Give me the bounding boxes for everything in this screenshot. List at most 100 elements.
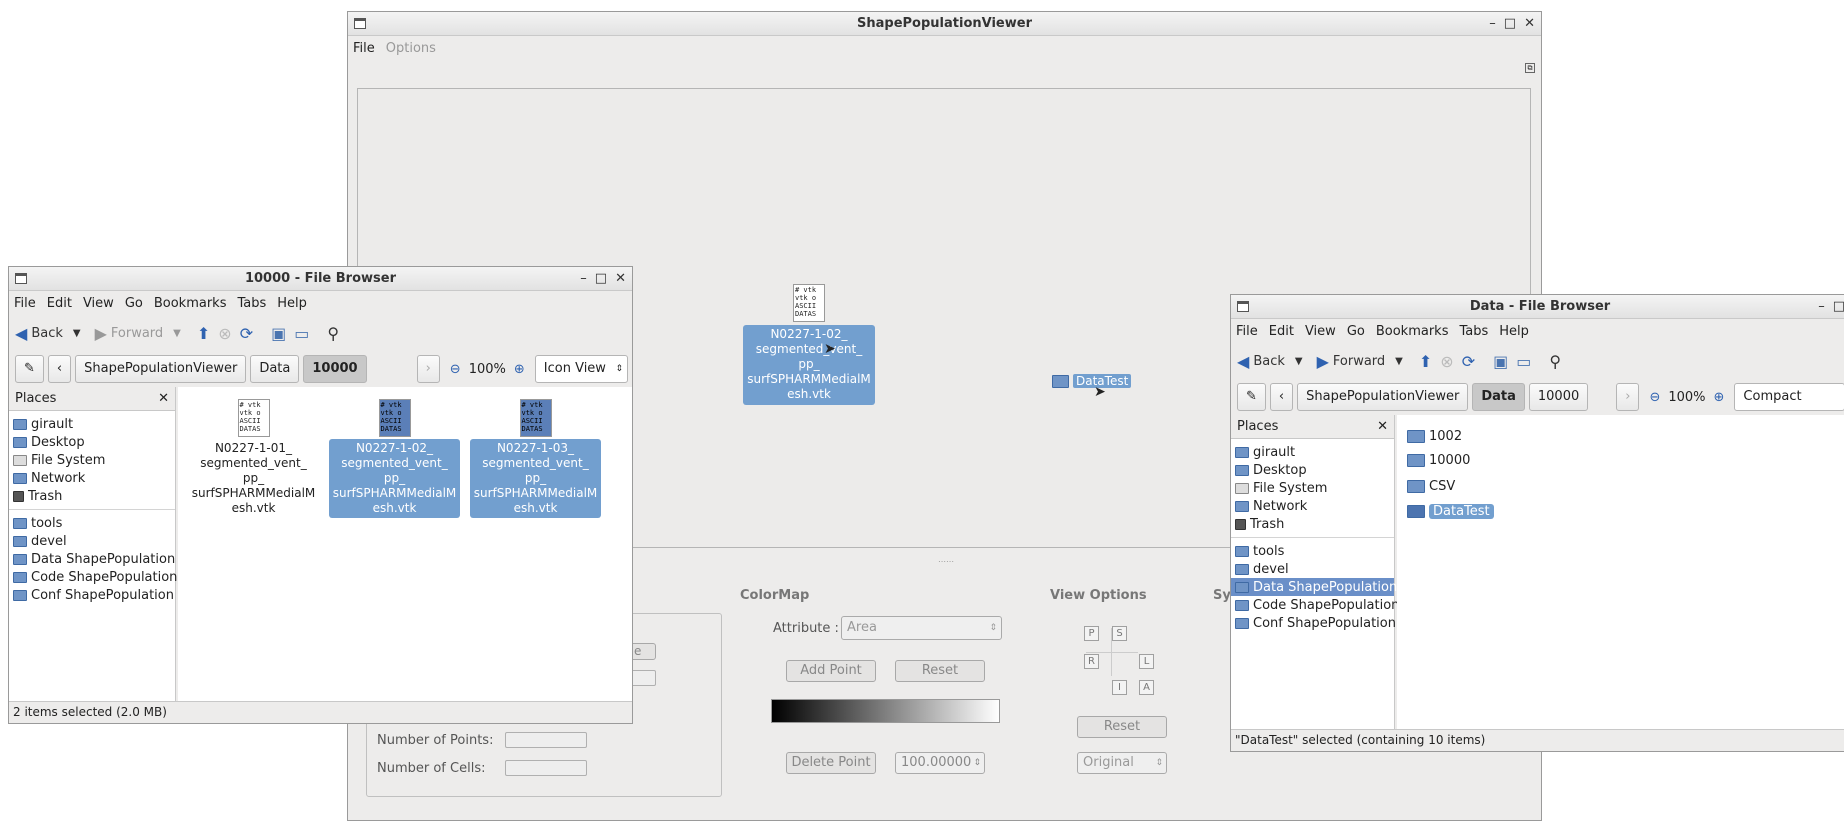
path-left-button[interactable]: ‹ bbox=[47, 355, 72, 383]
computer-icon[interactable]: ▭ bbox=[294, 324, 309, 343]
menu-help[interactable]: Help bbox=[1499, 324, 1529, 339]
sidebar-item-data-shapepopulation[interactable]: Data ShapePopulation bbox=[9, 550, 175, 568]
path-segment[interactable]: 10000 bbox=[1528, 383, 1589, 411]
close-icon[interactable]: ✕ bbox=[615, 267, 626, 290]
minimize-icon[interactable]: – bbox=[580, 267, 587, 290]
view-reset-button[interactable]: Reset bbox=[1077, 716, 1167, 738]
stop-icon[interactable]: ⊗ bbox=[1440, 352, 1453, 371]
sidebar-item-tools[interactable]: tools bbox=[9, 514, 175, 532]
file-item[interactable]: # vtk vtk o ASCII DATAS N0227-1-02_ segm… bbox=[329, 399, 460, 518]
colormap-reset-button[interactable]: Reset bbox=[895, 660, 985, 682]
zoom-out-icon[interactable]: ⊖ bbox=[1649, 390, 1660, 405]
computer-icon[interactable]: ▭ bbox=[1516, 352, 1531, 371]
sidebar-item-network[interactable]: Network bbox=[1231, 497, 1394, 515]
menu-view[interactable]: View bbox=[1305, 324, 1336, 339]
location-toggle-button[interactable]: ✎ bbox=[1237, 383, 1266, 411]
view-p-button[interactable]: P bbox=[1084, 626, 1099, 641]
sidebar-item-devel[interactable]: devel bbox=[1231, 560, 1394, 578]
up-icon[interactable]: ⬆ bbox=[197, 324, 210, 343]
fb1-icon-view[interactable]: # vtk vtk o ASCII DATAS N0227-1-01_ segm… bbox=[178, 387, 632, 703]
places-header[interactable]: Places ✕ bbox=[1231, 415, 1394, 439]
minimize-icon[interactable]: – bbox=[1818, 295, 1825, 318]
menu-options[interactable]: Options bbox=[386, 41, 436, 56]
undock-icon[interactable]: ⧉ bbox=[1525, 63, 1535, 73]
sidebar-item-filesystem[interactable]: File System bbox=[9, 451, 175, 469]
attribute-select[interactable]: Area ⇕ bbox=[841, 616, 1002, 640]
view-a-button[interactable]: A bbox=[1139, 680, 1154, 695]
view-l-button[interactable]: L bbox=[1139, 654, 1154, 669]
menu-go[interactable]: Go bbox=[125, 296, 143, 311]
spv-titlebar[interactable]: ShapePopulationViewer – □ ✕ bbox=[348, 12, 1541, 36]
path-segment[interactable]: ShapePopulationViewer bbox=[1297, 383, 1469, 411]
view-mode-select[interactable]: Icon View ⇕ bbox=[534, 355, 628, 383]
places-header[interactable]: Places ✕ bbox=[9, 387, 175, 411]
sidebar-item-conf-shapepopulation[interactable]: Conf ShapePopulation bbox=[1231, 614, 1396, 632]
folder-item[interactable]: CSV bbox=[1407, 473, 1844, 499]
menu-tabs[interactable]: Tabs bbox=[237, 296, 266, 311]
sidebar-close-icon[interactable]: ✕ bbox=[1377, 419, 1388, 434]
view-mode-select[interactable]: Original ⇕ bbox=[1077, 752, 1167, 774]
fb2-titlebar[interactable]: Data - File Browser – □ bbox=[1231, 295, 1844, 319]
menu-bookmarks[interactable]: Bookmarks bbox=[154, 296, 227, 311]
back-button[interactable]: ◀ Back ▼ bbox=[1237, 352, 1303, 371]
sidebar-item-trash[interactable]: Trash bbox=[9, 487, 175, 505]
delete-point-button[interactable]: Delete Point bbox=[786, 752, 876, 774]
add-point-button[interactable]: Add Point bbox=[786, 660, 876, 682]
sidebar-item-devel[interactable]: devel bbox=[9, 532, 175, 550]
sidebar-item-desktop[interactable]: Desktop bbox=[9, 433, 175, 451]
sidebar-item-conf-shapepopulation[interactable]: Conf ShapePopulation bbox=[9, 586, 175, 604]
forward-button[interactable]: ▶ Forward ▼ bbox=[1317, 352, 1403, 371]
minimize-icon[interactable]: – bbox=[1489, 12, 1496, 35]
menu-edit[interactable]: Edit bbox=[1269, 324, 1294, 339]
view-s-button[interactable]: S bbox=[1112, 626, 1127, 641]
location-toggle-button[interactable]: ✎ bbox=[15, 355, 44, 383]
forward-button[interactable]: ▶ Forward ▼ bbox=[95, 324, 181, 343]
up-icon[interactable]: ⬆ bbox=[1419, 352, 1432, 371]
folder-item[interactable]: 10000 bbox=[1407, 447, 1844, 473]
search-icon[interactable]: ⚲ bbox=[327, 324, 339, 343]
stop-icon[interactable]: ⊗ bbox=[218, 324, 231, 343]
fb1-titlebar[interactable]: 10000 - File Browser – □ ✕ bbox=[9, 267, 632, 291]
sidebar-item-code-shapepopulation[interactable]: Code ShapePopulation bbox=[1231, 596, 1399, 614]
search-icon[interactable]: ⚲ bbox=[1549, 352, 1561, 371]
zoom-out-icon[interactable]: ⊖ bbox=[450, 362, 461, 377]
back-button[interactable]: ◀ Back ▼ bbox=[15, 324, 81, 343]
view-r-button[interactable]: R bbox=[1084, 654, 1099, 669]
reload-icon[interactable]: ⟳ bbox=[240, 324, 253, 343]
menu-bookmarks[interactable]: Bookmarks bbox=[1376, 324, 1449, 339]
menu-file[interactable]: File bbox=[353, 41, 375, 56]
path-right-button[interactable]: › bbox=[1616, 383, 1640, 411]
menu-file[interactable]: File bbox=[14, 296, 36, 311]
sidebar-close-icon[interactable]: ✕ bbox=[158, 391, 169, 406]
splitter-handle[interactable]: ⋯⋯ bbox=[938, 557, 954, 566]
menu-go[interactable]: Go bbox=[1347, 324, 1365, 339]
path-segment-current[interactable]: Data bbox=[1472, 383, 1525, 411]
point-value-spin[interactable]: 100.00000 ⇕ bbox=[895, 752, 985, 774]
menu-edit[interactable]: Edit bbox=[47, 296, 72, 311]
sidebar-item-tools[interactable]: tools bbox=[1231, 542, 1394, 560]
zoom-in-icon[interactable]: ⊕ bbox=[1714, 390, 1725, 405]
maximize-icon[interactable]: □ bbox=[1504, 12, 1516, 35]
sidebar-item-trash[interactable]: Trash bbox=[1231, 515, 1394, 533]
maximize-icon[interactable]: □ bbox=[1833, 295, 1844, 318]
colormap-gradient[interactable] bbox=[771, 699, 1000, 723]
sidebar-item-girault[interactable]: girault bbox=[1231, 443, 1394, 461]
sidebar-item-data-shapepopulation[interactable]: Data ShapePopulation bbox=[1231, 578, 1397, 596]
path-segment-current[interactable]: 10000 bbox=[303, 355, 367, 383]
path-left-button[interactable]: ‹ bbox=[1269, 383, 1294, 411]
sidebar-item-desktop[interactable]: Desktop bbox=[1231, 461, 1394, 479]
sidebar-item-code-shapepopulation[interactable]: Code ShapePopulation bbox=[9, 568, 177, 586]
view-i-button[interactable]: I bbox=[1112, 680, 1127, 695]
zoom-in-icon[interactable]: ⊕ bbox=[514, 362, 525, 377]
menu-view[interactable]: View bbox=[83, 296, 114, 311]
home-folder-icon[interactable]: ▣ bbox=[1493, 352, 1508, 371]
menu-file[interactable]: File bbox=[1236, 324, 1258, 339]
maximize-icon[interactable]: □ bbox=[595, 267, 607, 290]
path-segment[interactable]: ShapePopulationViewer bbox=[75, 355, 247, 383]
path-segment[interactable]: Data bbox=[250, 355, 300, 383]
file-item[interactable]: # vtk vtk o ASCII DATAS N0227-1-01_ segm… bbox=[188, 399, 319, 518]
folder-item[interactable]: 1002 bbox=[1407, 425, 1844, 447]
close-icon[interactable]: ✕ bbox=[1524, 12, 1535, 35]
sidebar-item-network[interactable]: Network bbox=[9, 469, 175, 487]
reload-icon[interactable]: ⟳ bbox=[1462, 352, 1475, 371]
